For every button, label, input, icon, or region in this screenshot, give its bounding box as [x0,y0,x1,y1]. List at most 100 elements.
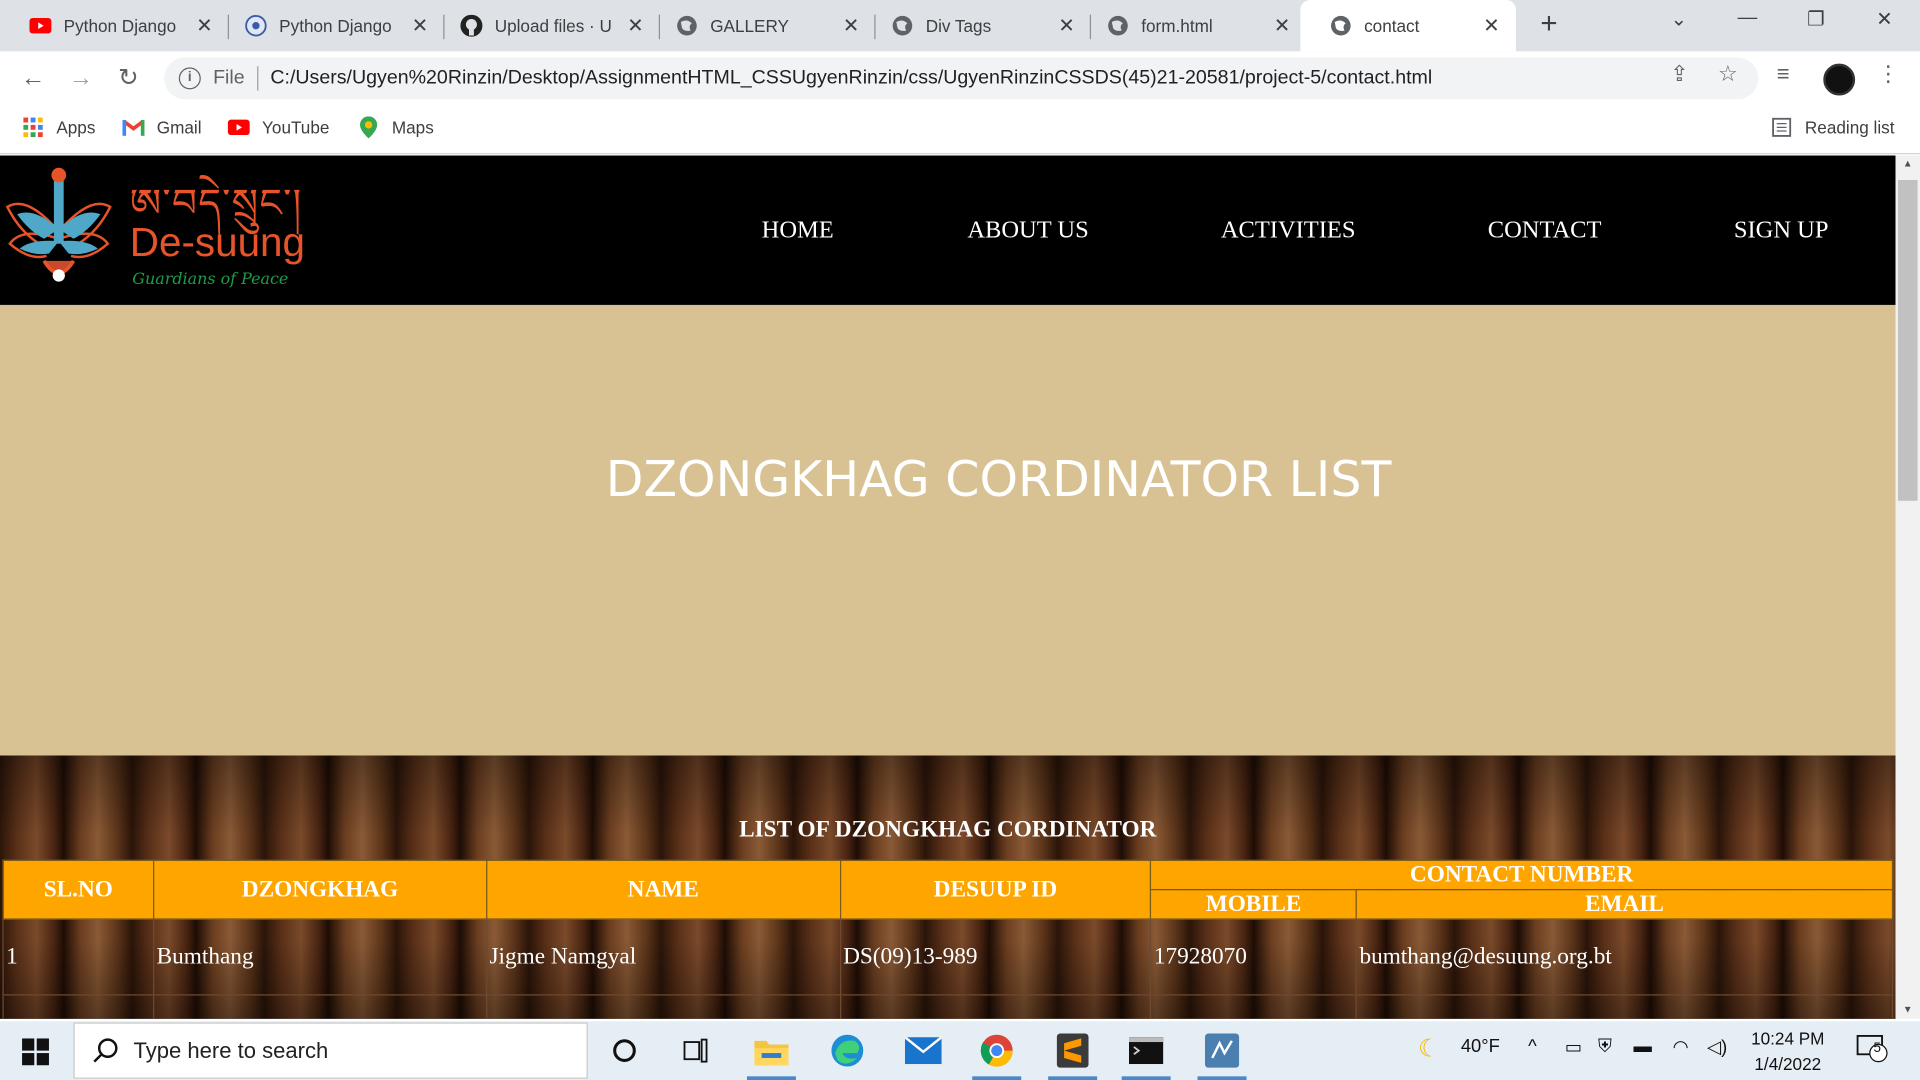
wifi-icon[interactable]: ◠ [1673,1036,1689,1058]
nav-contact[interactable]: CONTACT [1488,217,1602,245]
bookmark-star-icon[interactable]: ☆ [1718,61,1738,87]
youtube-icon [227,116,250,138]
web-page: ཨ་བདེ་སྲུང་། De-suung Guardians of Peace… [0,155,1896,1019]
info-icon[interactable]: i [178,67,201,90]
weather-moon-icon[interactable]: ☾ [1418,1033,1440,1064]
file-explorer-icon[interactable] [746,1031,796,1080]
weather-temperature[interactable]: 40°F [1461,1036,1500,1057]
security-icon[interactable]: ⛨ [1598,1036,1612,1057]
close-tab-icon[interactable]: ✕ [408,13,432,37]
cortana-icon[interactable] [605,1031,644,1070]
tab-search-icon[interactable]: ⌄ [1651,7,1707,31]
new-tab-icon[interactable]: + [1534,9,1563,40]
cell-email: bumthang@desuung.org.bt [1355,918,1894,996]
url-text[interactable]: C:/Users/Ugyen%20Rinzin/Desktop/Assignme… [270,67,1432,89]
clock-time: 10:24 PM [1751,1028,1825,1049]
globe-icon [676,15,698,37]
bookmark-label: Maps [391,117,434,138]
close-tab-icon[interactable]: ✕ [1479,13,1503,37]
back-icon[interactable]: ← [20,65,47,92]
media-control-icon[interactable]: ≡ [1777,61,1790,87]
close-tab-icon[interactable]: ✕ [839,13,863,37]
page-scrollbar[interactable]: ▲ ▼ [1895,155,1920,1019]
header-name: NAME [485,859,841,920]
nav-sign-up[interactable]: SIGN UP [1734,217,1829,245]
tab-title: Div Tags [925,15,992,36]
chrome-icon[interactable] [972,1031,1022,1080]
scrollbar-thumb[interactable] [1897,180,1918,501]
bookmark-youtube[interactable]: YouTube [227,116,329,138]
site-header: ཨ་བདེ་སྲུང་། De-suung Guardians of Peace… [0,155,1896,305]
bookmark-label: Apps [56,117,96,138]
browser-tab[interactable]: Python Django ✕ [216,0,445,51]
nav-home[interactable]: HOME [762,217,834,245]
reload-icon[interactable]: ↻ [115,65,142,92]
hero-title: DZONGKHAG CORDINATOR LIST [605,451,1392,509]
browser-tab[interactable]: Upload files · U ✕ [431,0,661,51]
close-tab-icon[interactable]: ✕ [192,13,216,37]
close-tab-icon[interactable]: ✕ [1054,13,1078,37]
bookmark-gmail[interactable]: Gmail [122,116,202,138]
header-email: EMAIL [1355,888,1894,920]
app-icon[interactable] [1197,1031,1247,1080]
globe-icon [1330,15,1352,37]
cell-dzongkhag: Bumthang [152,918,488,996]
address-bar[interactable]: i File C:/Users/Ugyen%20Rinzin/Desktop/A… [164,57,1759,100]
header-dzongkhag: DZONGKHAG [152,859,488,920]
taskbar-clock[interactable]: 10:24 PM 1/4/2022 [1739,1026,1837,1077]
tab-title: Upload files · U [494,15,612,36]
clock-date: 1/4/2022 [1754,1054,1822,1074]
bookmark-apps[interactable]: Apps [22,116,95,138]
browser-tab[interactable]: GALLERY ✕ [647,0,876,51]
github-icon [460,14,483,37]
terminal-icon[interactable] [1121,1031,1171,1080]
browser-tab[interactable]: Div Tags ✕ [862,0,1092,51]
site-icon [245,15,267,37]
share-icon[interactable]: ⇪ [1670,61,1688,87]
meet-now-icon[interactable]: ▭ [1565,1036,1582,1058]
bookmarks-bar: Apps Gmail YouTube Maps Reading list [0,105,1920,155]
scroll-up-arrow-icon[interactable]: ▲ [1896,156,1920,173]
close-window-icon[interactable]: ✕ [1856,7,1912,31]
battery-icon[interactable]: ▬ [1633,1036,1651,1057]
browser-tab-active[interactable]: contact ✕ [1300,0,1516,52]
scroll-down-arrow-icon[interactable]: ▼ [1896,1002,1920,1019]
task-view-icon[interactable] [676,1031,715,1070]
forward-icon[interactable]: → [67,65,94,92]
windows-start-icon[interactable] [22,1038,49,1066]
nav-about-us[interactable]: ABOUT US [967,217,1088,245]
bookmark-maps[interactable]: Maps [358,116,434,139]
cell-mobile: 17928070 [1150,918,1357,996]
notifications-icon[interactable]: 5 [1856,1033,1888,1067]
tab-title: form.html [1141,15,1213,36]
browser-tab[interactable]: Python Django ✕ [0,0,229,51]
notification-count: 5 [1873,1040,1881,1056]
restore-icon[interactable]: ❐ [1788,7,1844,31]
show-hidden-icons-icon[interactable]: ^ [1528,1036,1537,1057]
sublime-text-icon[interactable] [1048,1031,1098,1080]
header-mobile: MOBILE [1150,888,1357,920]
youtube-icon [29,15,52,37]
mail-icon[interactable] [904,1031,943,1070]
close-tab-icon[interactable]: ✕ [623,13,647,37]
menu-kebab-icon[interactable]: ⋮ [1877,61,1899,87]
bookmark-label: Gmail [156,117,202,138]
tab-title: GALLERY [710,15,789,36]
nav-activities[interactable]: ACTIVITIES [1221,217,1356,245]
close-tab-icon[interactable]: ✕ [1270,13,1294,37]
minimize-icon[interactable]: — [1719,7,1775,29]
maps-pin-icon [358,116,380,139]
coordinator-table: SL.NO DZONGKHAG NAME DESUUP ID CONTACT N… [2,859,1894,1019]
edge-browser-icon[interactable] [828,1031,867,1070]
windows-taskbar: Type here to search ☾ 40°F ^ ▭ ⛨ ▬ ◠ ◁) … [0,1021,1920,1080]
taskbar-search-box[interactable]: Type here to search [73,1022,588,1079]
desuung-emblem-logo[interactable] [2,158,115,295]
cell-slno: 1 [2,918,155,996]
volume-icon[interactable]: ◁) [1707,1036,1727,1058]
reading-list-button[interactable]: Reading list [1771,116,1894,138]
browser-tab[interactable]: form.html ✕ [1078,0,1307,51]
logo-name: De-suung [129,219,306,265]
table-caption: LIST OF DZONGKHAG CORDINATOR [739,816,1157,843]
hero-banner: DZONGKHAG CORDINATOR LIST [0,304,1896,756]
profile-avatar[interactable] [1823,63,1856,96]
